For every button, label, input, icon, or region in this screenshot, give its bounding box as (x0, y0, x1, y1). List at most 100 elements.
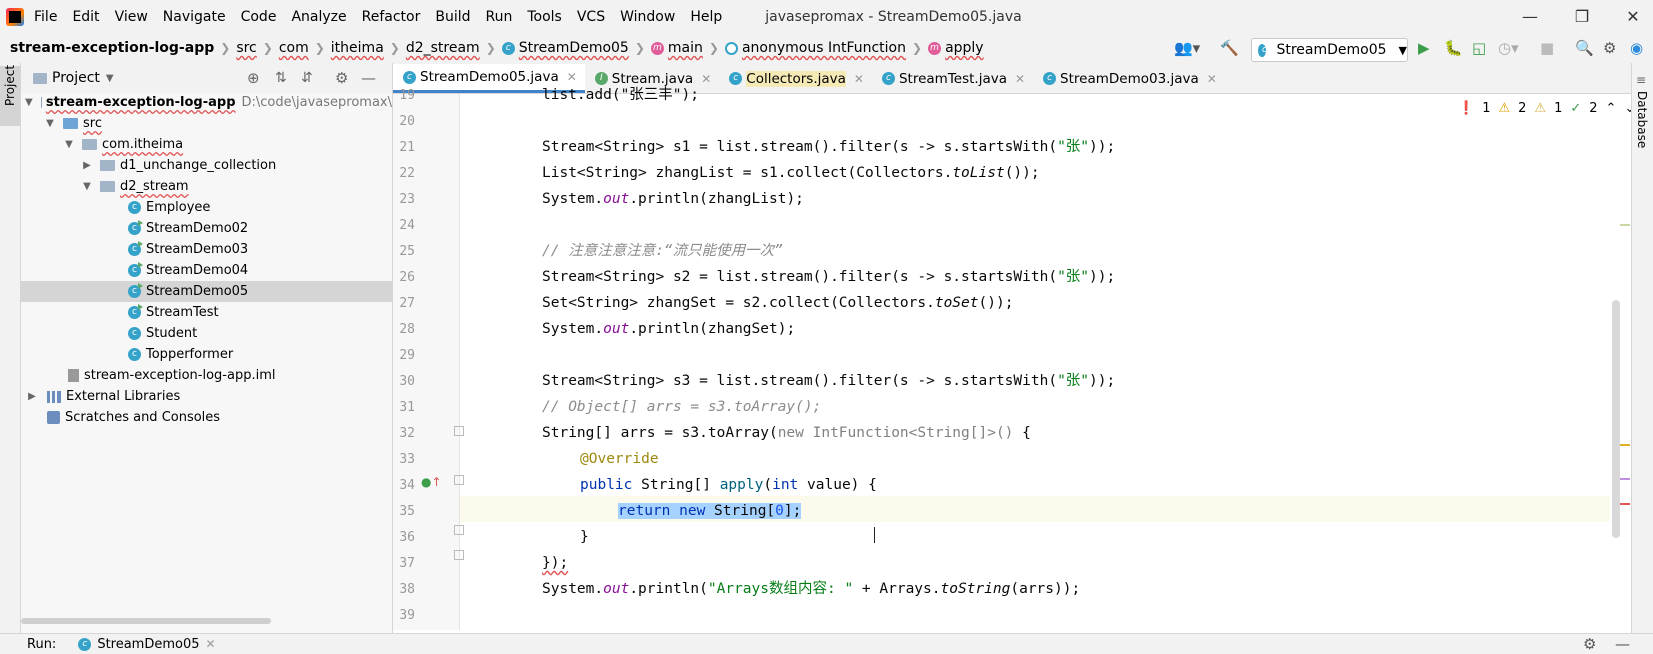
tree-src[interactable]: ▼ src (21, 113, 392, 134)
minimize-icon[interactable]: — (1518, 5, 1542, 29)
menu-analyze[interactable]: Analyze (291, 9, 346, 25)
line-number[interactable]: 29 (393, 348, 415, 363)
editor-vertical-scrollbar[interactable] (1612, 300, 1620, 538)
line-number[interactable]: 39 (393, 608, 415, 623)
code-line-32[interactable]: String[] arrs = s3.toArray(new IntFuncti… (460, 420, 1031, 446)
tree-package-d2[interactable]: ▼ d2_stream (21, 176, 392, 197)
menu-help[interactable]: Help (690, 9, 722, 25)
menu-edit[interactable]: Edit (72, 9, 99, 25)
tab-streamdemo03[interactable]: StreamDemo03.java ✕ (1033, 64, 1225, 93)
line-number[interactable]: 31 (393, 400, 415, 415)
chevron-down-icon[interactable]: ▼ (62, 139, 76, 150)
menu-file[interactable]: File (34, 9, 57, 25)
close-window-icon[interactable]: ✕ (1621, 5, 1645, 29)
menu-code[interactable]: Code (241, 9, 277, 25)
code-line-37[interactable]: }); (460, 550, 568, 576)
line-number[interactable]: 21 (393, 140, 415, 155)
tab-streamtest[interactable]: StreamTest.java ✕ (872, 64, 1033, 93)
code-line-26[interactable]: Stream<String> s2 = list.stream().filter… (460, 264, 1115, 290)
tree-package-com-itheima[interactable]: ▼ com.itheima (21, 134, 392, 155)
code-line-35[interactable]: return new String[0]; (460, 498, 801, 524)
run-tab-label[interactable]: StreamDemo05 (97, 637, 199, 652)
tree-external-libraries[interactable]: ▶ External Libraries (21, 386, 392, 407)
line-number[interactable]: 30 (393, 374, 415, 389)
database-icon[interactable]: ≡ (1636, 73, 1646, 87)
chevron-down-icon[interactable]: ▼ (25, 97, 33, 108)
tree-class-streamdemo05[interactable]: StreamDemo05 (21, 281, 392, 302)
profile-icon[interactable]: ◷▾ (1498, 39, 1519, 57)
line-number[interactable]: 28 (393, 322, 415, 337)
line-number[interactable]: 27 (393, 296, 415, 311)
line-number[interactable]: 19 (393, 88, 415, 103)
menu-vcs[interactable]: VCS (577, 9, 605, 25)
run-icon[interactable]: ▶ (1418, 39, 1430, 57)
hide-panel-icon[interactable]: — (361, 69, 376, 87)
tree-scratches[interactable]: Scratches and Consoles (21, 407, 392, 428)
database-tool-label[interactable]: Database (1635, 91, 1649, 148)
coverage-icon[interactable]: ◱ (1472, 39, 1486, 57)
chevron-down-icon[interactable]: ▼ (106, 73, 114, 84)
code-line-22[interactable]: List<String> zhangList = s1.collect(Coll… (460, 160, 1040, 186)
tree-package-d1[interactable]: ▶ d1_unchange_collection (21, 155, 392, 176)
build-hammer-icon[interactable]: 🔨 (1220, 39, 1239, 57)
menu-build[interactable]: Build (435, 9, 470, 25)
line-number[interactable]: 20 (393, 114, 415, 129)
chevron-down-icon[interactable]: ▼ (80, 181, 94, 192)
line-number[interactable]: 22 (393, 166, 415, 181)
tree-class-streamdemo04[interactable]: StreamDemo04 (21, 260, 392, 281)
tree-class-student[interactable]: Student (21, 323, 392, 344)
line-number[interactable]: 35 (393, 504, 415, 519)
line-number[interactable]: 24 (393, 218, 415, 233)
locate-icon[interactable]: ⊕ (247, 69, 260, 87)
menu-run[interactable]: Run (486, 9, 513, 25)
code-line-25[interactable]: // 注意注意注意:“流只能使用一次” (460, 238, 783, 264)
breadcrumb-com[interactable]: com (279, 40, 309, 56)
code-line-34[interactable]: public String[] apply(int value) { (460, 472, 877, 498)
line-number[interactable]: 37 (393, 556, 415, 571)
line-number[interactable]: 25 (393, 244, 415, 259)
line-number[interactable]: 32 (393, 426, 415, 441)
breadcrumb-src[interactable]: src (236, 40, 256, 56)
code-line-23[interactable]: System.out.println(zhangList); (460, 186, 804, 212)
close-icon[interactable]: ✕ (1207, 72, 1217, 86)
menu-tools[interactable]: Tools (527, 9, 562, 25)
line-number[interactable]: 33 (393, 452, 415, 467)
user-dropdown-icon[interactable]: 👥▾ (1174, 39, 1200, 57)
code-line-38[interactable]: System.out.println("Arrays数组内容: " + Arra… (460, 576, 1080, 602)
menu-refactor[interactable]: Refactor (362, 9, 421, 25)
code-line-21[interactable]: Stream<String> s1 = list.stream().filter… (460, 134, 1115, 160)
line-number[interactable]: 38 (393, 582, 415, 597)
menu-view[interactable]: View (115, 9, 148, 25)
close-icon[interactable]: ✕ (206, 637, 216, 651)
tree-class-streamdemo02[interactable]: StreamDemo02 (21, 218, 392, 239)
line-number[interactable]: 23 (393, 192, 415, 207)
tree-class-streamdemo03[interactable]: StreamDemo03 (21, 239, 392, 260)
stop-icon[interactable]: ■ (1540, 39, 1554, 57)
tree-horizontal-scrollbar[interactable] (21, 618, 271, 624)
project-panel-title[interactable]: Project (52, 70, 100, 86)
tab-collectors[interactable]: Collectors.java ✕ (719, 64, 872, 93)
code-line-30[interactable]: Stream<String> s3 = list.stream().filter… (460, 368, 1115, 394)
debug-icon[interactable]: 🐛 (1444, 39, 1463, 57)
tree-class-topperformer[interactable]: Topperformer (21, 344, 392, 365)
breadcrumb-project[interactable]: stream-exception-log-app (10, 40, 214, 56)
project-tool-button[interactable]: Project (0, 66, 20, 126)
restore-icon[interactable]: ❐ (1570, 5, 1594, 29)
code-line-31[interactable]: // Object[] arrs = s3.toArray(); (460, 394, 821, 420)
breadcrumb-itheima[interactable]: itheima (331, 40, 384, 56)
hide-panel-icon[interactable]: — (1615, 635, 1630, 653)
line-number[interactable]: 26 (393, 270, 415, 285)
search-icon[interactable]: 🔍 (1575, 39, 1594, 57)
line-number[interactable]: 34 (393, 478, 415, 493)
code-line-28[interactable]: System.out.println(zhangSet); (460, 316, 795, 342)
code-line-36[interactable]: } (460, 524, 589, 550)
close-icon[interactable]: ✕ (701, 72, 711, 86)
tree-root[interactable]: ▼ stream-exception-log-app D:\code\javas… (21, 92, 392, 113)
gear-icon[interactable]: ⚙ (1583, 635, 1596, 653)
chevron-down-icon[interactable]: ▼ (43, 118, 57, 129)
tree-class-streamtest[interactable]: StreamTest (21, 302, 392, 323)
tree-class-employee[interactable]: Employee (21, 197, 392, 218)
code-line-19[interactable]: list.add("张三丰"); (460, 82, 699, 108)
code-line-27[interactable]: Set<String> zhangSet = s2.collect(Collec… (460, 290, 1013, 316)
collapse-all-icon[interactable]: ⇵ (301, 70, 313, 86)
